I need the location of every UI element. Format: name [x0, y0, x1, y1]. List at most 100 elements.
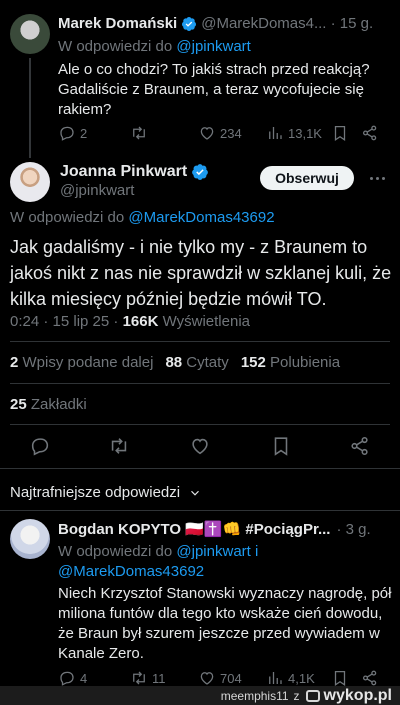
views-count: 13,1K [288, 125, 322, 141]
repost-icon [111, 438, 127, 454]
author-name[interactable]: Bogdan KOPYTO 🇵🇱✝️👊 #PociągPr... [58, 520, 330, 538]
like-count: 234 [220, 125, 242, 141]
parent-tweet[interactable]: Marek Domański @MarekDomas4... · 15 g. W… [0, 0, 400, 158]
tweet-time: · 3 g. [336, 520, 371, 538]
reply-handle-link[interactable]: @MarekDomas43692 [128, 209, 274, 226]
divider [0, 468, 400, 469]
likes-stat[interactable]: 152 Polubienia [241, 354, 340, 371]
reply-context: W odpowiedzi do @jpinkwart i @MarekDomas4… [58, 542, 378, 582]
chevron-down-icon [191, 490, 200, 496]
reply-button[interactable]: 4 [58, 669, 87, 687]
bookmark-button[interactable] [331, 669, 349, 687]
like-button[interactable]: 234 [198, 124, 242, 142]
reply-prefix: W odpowiedzi do [10, 209, 129, 226]
divider [0, 510, 400, 511]
heart-icon [200, 127, 214, 140]
repost-button[interactable]: 11 [130, 669, 166, 687]
reply-icon [60, 126, 74, 141]
tweet-meta: 0:24 · 15 lip 25 · 166K Wyświetlenia [10, 313, 250, 330]
reply-handle-link[interactable]: @jpinkwart [176, 543, 250, 560]
tweet-header: Marek Domański @MarekDomas4... · 15 g. [58, 15, 390, 32]
views-count: 4,1K [288, 670, 315, 686]
reply-count: 2 [80, 125, 88, 141]
reply-count: 4 [80, 670, 88, 686]
tweet-text: Ale o co chodzi? To jakiś strach przed r… [58, 61, 370, 118]
views-button[interactable]: 4,1K [266, 669, 315, 687]
handle-time: @MarekDomas4... · 15 g. [201, 15, 374, 32]
avatar[interactable] [10, 519, 50, 559]
reply-joiner: i [250, 543, 259, 560]
like-count: 704 [220, 670, 242, 686]
tweet-text: Niech Krzysztof Stanowski wyznaczy nagro… [58, 585, 392, 662]
reposts-label: Wpisy podane dalej [18, 354, 154, 371]
verified-icon [182, 16, 197, 31]
reply-context: W odpowiedzi do @jpinkwart [58, 38, 251, 55]
wykop-logo-icon [305, 689, 320, 702]
reposts-stat[interactable]: 2 Wpisy podane dalej [10, 354, 153, 371]
tweet-actions: 2 234 13,1K [58, 123, 388, 143]
reply-context: W odpowiedzi do @MarekDomas43692 [10, 209, 275, 226]
bookmark-button[interactable] [270, 435, 292, 457]
repost-button[interactable] [108, 435, 130, 457]
author-name[interactable]: Joanna Pinkwart [60, 163, 187, 181]
reply-handle-link[interactable]: @MarekDomas43692 [58, 563, 204, 580]
divider [10, 383, 390, 384]
reply-button[interactable]: 2 [58, 124, 87, 142]
tweet-actions: 4 11 704 4,1K [58, 668, 388, 688]
share-button[interactable] [361, 669, 379, 687]
reply-prefix: W odpowiedzi do [58, 543, 177, 560]
share-button[interactable] [349, 435, 371, 457]
avatar[interactable] [10, 14, 50, 54]
quotes-count: 88 [165, 354, 183, 371]
watermark-site: wykop.pl [323, 686, 392, 704]
watermark-user: meemphis11 [220, 688, 289, 703]
bookmarks-stat[interactable]: 25 Zakładki [10, 396, 87, 413]
main-author: Joanna Pinkwart [60, 163, 213, 181]
share-icon [362, 125, 377, 141]
sort-label: Najtrafniejsze odpowiedzi [10, 484, 181, 501]
author-name[interactable]: Marek Domański [58, 15, 177, 32]
views-count: 166K [122, 313, 159, 330]
watermark-bar: meemphis11 z wykop.pl [0, 686, 400, 705]
quotes-stat[interactable]: 88 Cytaty [165, 354, 228, 371]
divider [10, 341, 390, 342]
views-label: Wyświetlenia [158, 313, 250, 330]
engagement-stats: 2 Wpisy podane dalej 88 Cytaty 152 Polubie… [10, 354, 340, 371]
reply-button[interactable] [29, 435, 51, 457]
likes-label: Polubienia [265, 354, 341, 371]
bookmark-button[interactable] [331, 124, 349, 142]
heart-icon [200, 672, 214, 685]
bookmark-icon [334, 125, 346, 141]
views-icon [269, 127, 282, 139]
follow-button[interactable]: Obserwuj [260, 166, 354, 190]
reply-icon [60, 671, 74, 686]
like-button[interactable]: 704 [198, 669, 242, 687]
watermark-joiner: z [293, 688, 300, 703]
share-button[interactable] [361, 124, 379, 142]
tweet-header: Bogdan KOPYTO 🇵🇱✝️👊 #PociągPr... · 3 g. [58, 520, 390, 539]
verified-icon [192, 164, 209, 180]
bookmark-icon [274, 437, 288, 456]
thread-line [29, 58, 31, 158]
bookmark-icon [334, 670, 346, 686]
views-button[interactable]: 13,1K [266, 124, 322, 142]
reply-icon [31, 438, 49, 456]
quotes-label: Cytaty [182, 354, 229, 371]
reply-handle-link[interactable]: @jpinkwart [176, 38, 250, 55]
repost-icon [133, 126, 145, 140]
reply-prefix: W odpowiedzi do [58, 38, 177, 55]
sort-dropdown[interactable]: Najtrafniejsze odpowiedzi [10, 484, 202, 501]
repost-button[interactable] [130, 124, 148, 142]
tweet-timestamp[interactable]: 0:24 · 15 lip 25 · [10, 313, 123, 330]
like-button[interactable] [189, 435, 211, 457]
views-icon [269, 672, 282, 684]
likes-count: 152 [240, 354, 266, 371]
avatar[interactable] [10, 162, 50, 202]
author-handle[interactable]: @jpinkwart [60, 182, 134, 199]
more-options-icon[interactable] [363, 170, 391, 186]
repost-count: 11 [152, 670, 166, 686]
tweet-text: Jak gadaliśmy - i nie tylko my - z Braun… [10, 237, 392, 309]
bookmarks-count: 25 [10, 396, 27, 413]
share-icon [351, 436, 368, 456]
divider [10, 424, 390, 425]
